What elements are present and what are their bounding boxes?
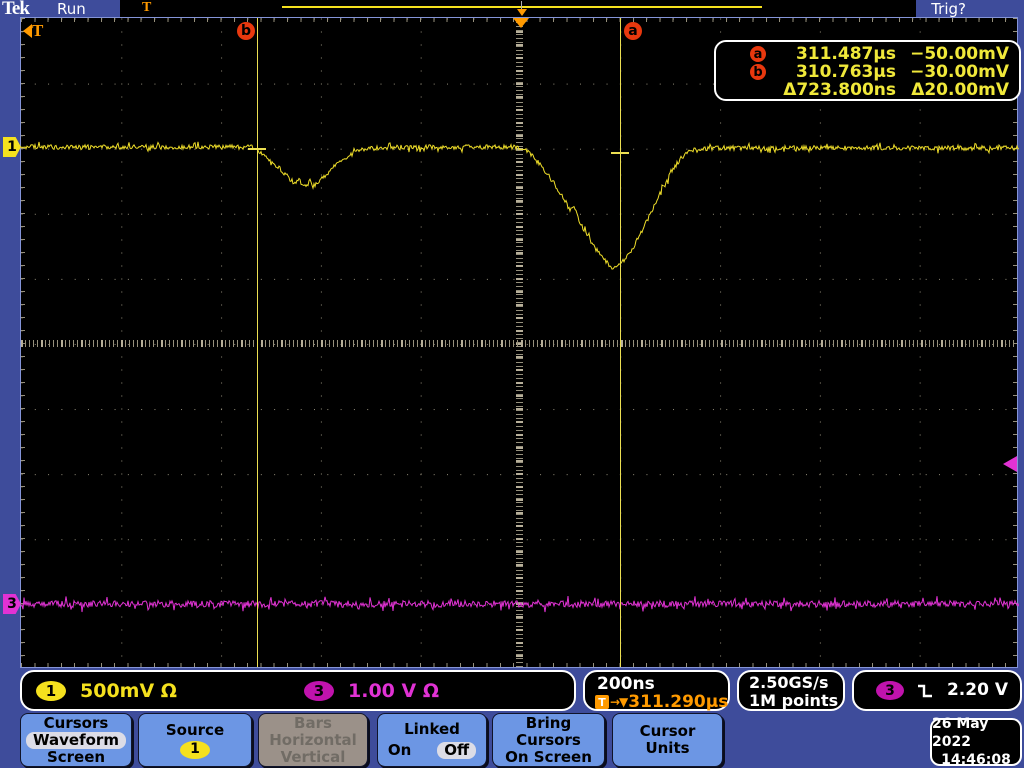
bring-line2: Cursors — [516, 730, 581, 749]
menu-bars-button: Bars Horizontal Vertical — [258, 713, 368, 767]
trigger-time-row: T →▼ 311.290µs — [595, 692, 728, 712]
cursor-b-amplitude-tick — [248, 148, 266, 150]
bring-line3: On Screen — [505, 747, 592, 766]
trigger-status-label: Trig? — [931, 0, 966, 18]
top-status-bar: Tek Run T Trig? — [0, 0, 1024, 19]
record-view-strip: T — [120, 0, 916, 18]
cursors-waveform-option[interactable]: Waveform — [26, 731, 126, 749]
cursor-a-amplitude-tick — [611, 152, 629, 154]
units-line2: Units — [645, 739, 690, 757]
left-arrow-icon — [23, 24, 32, 38]
trace-ch3 — [21, 595, 1019, 613]
readout-row-delta: Δ723.800ns Δ20.00mV — [726, 80, 1009, 100]
trigger-readout-box: 3 2.20 V — [852, 670, 1022, 711]
trigger-position-marker-icon[interactable] — [513, 18, 529, 28]
cursor-delta-time: Δ723.800ns — [783, 80, 896, 100]
menu-cursor-units-button[interactable]: Cursor Units — [612, 713, 723, 767]
trigger-level-value: 2.20 V — [946, 680, 1008, 700]
channel3-ground-marker[interactable]: 3 — [3, 594, 21, 614]
menu-linked-button[interactable]: Linked On Off — [377, 713, 487, 767]
cursor-b-voltage: −30.00mV — [910, 62, 1009, 82]
linked-off-option[interactable]: Off — [437, 742, 477, 759]
trace-ch1 — [21, 141, 1019, 270]
record-trigger-t-icon: T — [142, 0, 152, 15]
channel1-scale: 500mV Ω — [80, 680, 177, 702]
cursor-b-badge: b — [237, 22, 255, 40]
cursor-a-line[interactable] — [620, 18, 621, 667]
bars-vertical-option: Vertical — [280, 747, 346, 766]
bring-line1: Bring — [525, 713, 572, 732]
cursors-title: Cursors — [43, 713, 109, 732]
datetime-box: 26 May 2022 14:46:08 — [930, 716, 1022, 768]
source-title: Source — [165, 720, 225, 739]
source-channel-badge: 1 — [180, 740, 210, 759]
trigger-time-value: 311.290µs — [628, 692, 729, 712]
linked-on-option[interactable]: On — [388, 742, 411, 759]
channel3-badge[interactable]: 3 — [304, 681, 334, 701]
readout-row-b: b 310.763µs −30.00mV — [726, 62, 1009, 82]
acquisition-readout-box: 2.50GS/s 1M points — [737, 670, 845, 711]
cursor-a-voltage: −50.00mV — [910, 44, 1009, 64]
graticule: b a T 1 3 a 311.487µs −50.00mV b 310.763… — [3, 17, 1021, 668]
cursor-a-time: 311.487µs — [795, 44, 896, 64]
menu-bring-cursors-button[interactable]: Bring Cursors On Screen — [492, 713, 605, 767]
record-length: 1M points — [749, 691, 839, 710]
trigger-t-icon: T — [595, 695, 609, 709]
time-value: 14:46:08 — [941, 752, 1011, 768]
trigger-arrow-icons: →▼ — [610, 695, 628, 709]
date-value: 26 May 2022 — [932, 716, 989, 750]
readout-row-a: a 311.487µs −50.00mV — [726, 44, 1009, 64]
channel1-ground-marker[interactable]: 1 — [3, 137, 21, 157]
horizontal-readout-box: 200ns T →▼ 311.290µs — [583, 670, 730, 712]
oscilloscope-screen: Tek Run T Trig? b a T 1 3 a 311.487µs −5… — [0, 0, 1024, 768]
cursor-a-badge: a — [624, 22, 642, 40]
trigger-t-label: T — [32, 21, 44, 40]
cursor-b-time: 310.763µs — [795, 62, 896, 82]
menu-cursors-mode-button[interactable]: Cursors Waveform Screen — [20, 713, 132, 767]
sample-rate: 2.50GS/s — [749, 673, 829, 692]
channel-readout-box: 1 500mV Ω 3 1.00 V Ω — [20, 670, 576, 711]
cursors-screen-option[interactable]: Screen — [47, 748, 105, 766]
falling-edge-icon — [918, 684, 932, 698]
trigger-source-badge: 3 — [876, 681, 904, 700]
bars-title: Bars — [294, 713, 332, 732]
cursor-delta-voltage: Δ20.00mV — [911, 80, 1009, 100]
channel1-badge[interactable]: 1 — [36, 681, 66, 701]
channel3-scale: 1.00 V Ω — [348, 680, 439, 702]
readout-b-badge: b — [750, 64, 766, 80]
bars-horizontal-option: Horizontal — [269, 730, 357, 749]
readout-a-badge: a — [750, 46, 766, 62]
acquisition-run-status: Run — [57, 0, 86, 18]
menu-source-button[interactable]: Source 1 — [138, 713, 252, 767]
record-view-line — [282, 6, 762, 8]
record-trigger-marker-icon — [517, 9, 527, 16]
cursor-readout-box: a 311.487µs −50.00mV b 310.763µs −30.00m… — [714, 40, 1021, 101]
linked-title: Linked — [404, 720, 460, 738]
waveform-traces — [21, 141, 1019, 613]
timebase-value: 200ns — [597, 674, 655, 694]
trigger-offscreen-flag: T — [23, 21, 44, 40]
cursor-b-line[interactable] — [257, 18, 258, 667]
units-line1: Cursor — [639, 722, 696, 740]
